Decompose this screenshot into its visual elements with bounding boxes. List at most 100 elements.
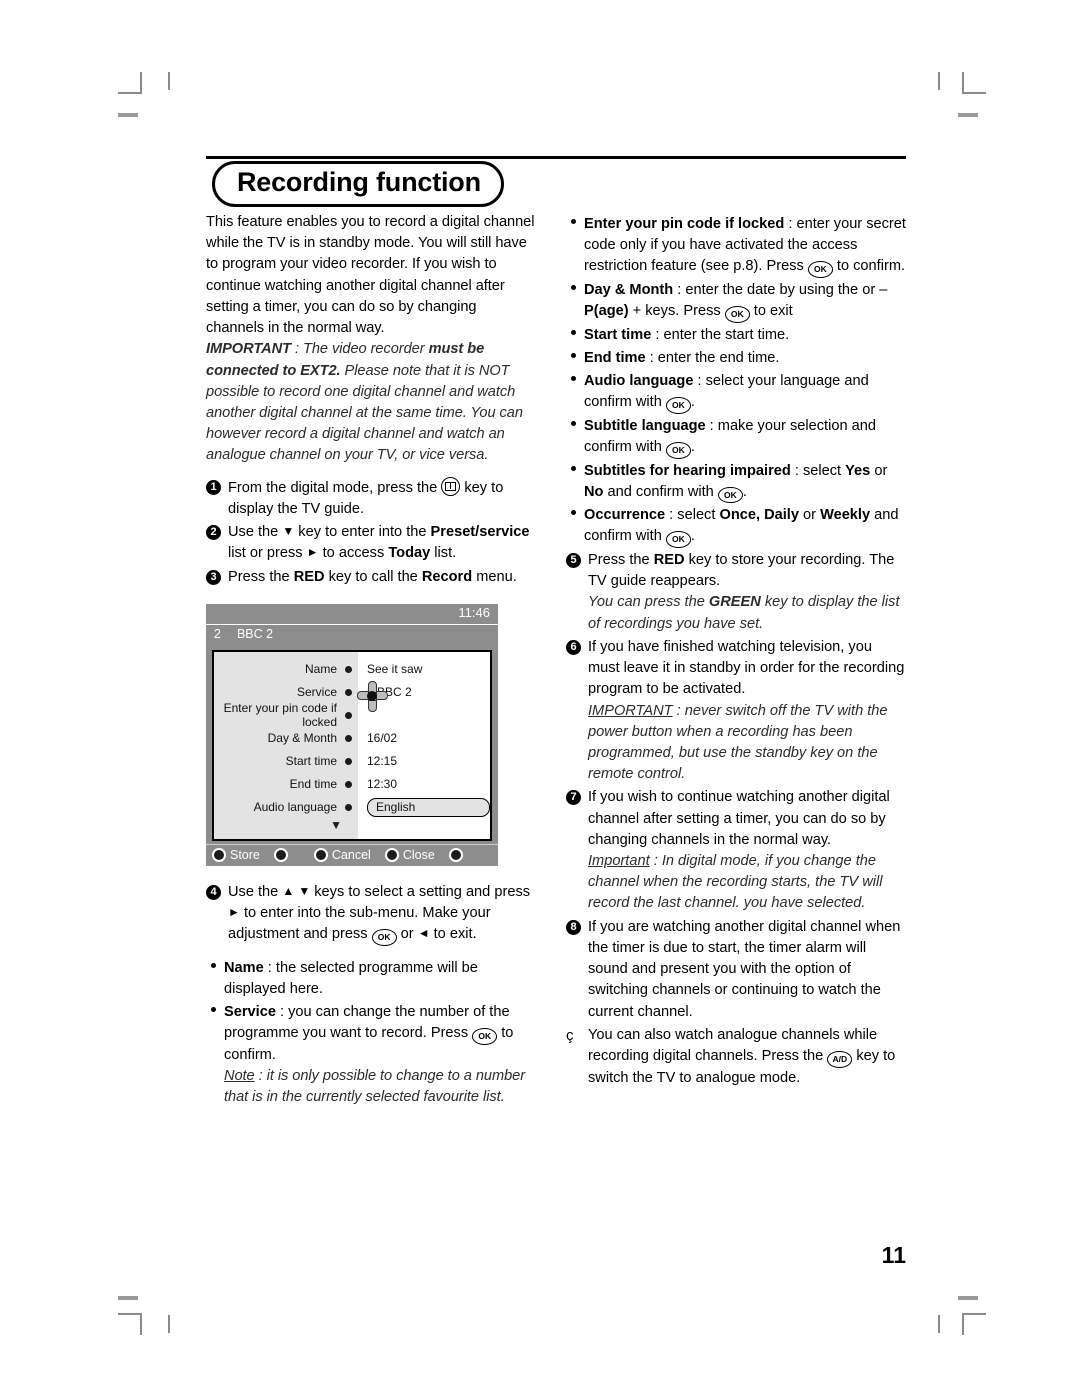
body-text: Use the — [228, 883, 283, 900]
numbered-step: ç You can also watch analogue channels wh… — [566, 1025, 906, 1089]
step-text: Press the RED key to store your recordin… — [588, 550, 906, 635]
arrow-key-icon: ► — [228, 904, 240, 919]
right-steps-list: 5 Press the RED key to store your recordi… — [566, 550, 906, 1089]
step-note: Important : In digital mode, if you chan… — [588, 851, 906, 915]
tv-menu-dot-icon — [345, 780, 352, 788]
bullet-dot-icon — [571, 376, 576, 382]
crop-mark-bottom-right-v — [962, 1313, 964, 1335]
tv-screen-mockup: 11:46 2 BBC 2 Name Service Enter your pin … — [206, 603, 498, 866]
numbered-step: 4 Use the ▲ ▼ keys to select a setting an… — [206, 882, 536, 946]
tv-menu-value-row[interactable]: 12:15 — [358, 750, 490, 773]
tv-record-menu-panel: Name Service Enter your pin code if locked… — [212, 649, 492, 841]
note-label: Note — [224, 1068, 255, 1085]
tv-menu-row[interactable]: Start time — [214, 750, 358, 773]
body-text: If you are watching another digital chan… — [588, 918, 901, 1020]
tv-scroll-down-icon[interactable]: ▼ — [214, 819, 358, 835]
tv-menu-label: End time — [289, 777, 337, 792]
body-text: or — [396, 926, 418, 943]
important-note-left: IMPORTANT : The video recorder must be c… — [206, 339, 536, 466]
tv-button-dot[interactable] — [448, 848, 463, 863]
crop-mark-top-left-dash — [118, 113, 138, 117]
note-text: You can press the — [588, 594, 709, 611]
emphasis-text: Start time — [584, 326, 652, 343]
tv-button-cancel[interactable]: Cancel — [313, 848, 371, 863]
bullet-text: Service : you can change the number of t… — [224, 1002, 536, 1066]
tv-menu-value-row[interactable]: English — [358, 796, 490, 819]
tv-button-dot-icon — [212, 848, 226, 863]
arrow-key-icon: ▼ — [298, 883, 311, 898]
tv-menu-dot-icon — [345, 757, 352, 765]
ok-key-icon: OK — [717, 486, 743, 504]
tv-menu-value-row[interactable]: 12:30 — [358, 773, 490, 796]
tv-button-close[interactable]: Close — [384, 848, 435, 863]
tv-menu-dot-icon — [345, 688, 352, 696]
tv-menu-label: Start time — [285, 754, 337, 769]
step-number: ç — [566, 1026, 574, 1044]
arrow-key-icon: ▼ — [282, 524, 295, 539]
body-text: : select — [665, 507, 720, 524]
body-text: to confirm. — [832, 258, 906, 275]
bullet-item: Service : you can change the number of t… — [206, 1002, 536, 1066]
tv-menu-dot-icon — [345, 734, 352, 742]
body-text: keys to select a setting and press — [310, 883, 531, 900]
tv-menu-row[interactable]: Enter your pin code if locked — [214, 701, 358, 729]
bullet-text: End time : enter the end time. — [584, 348, 906, 369]
bullet-dot-icon — [571, 352, 576, 358]
note-label: Important — [588, 853, 650, 870]
tv-audio-language-select[interactable]: English — [367, 797, 490, 817]
tv-menu-value-row[interactable]: See it saw — [358, 658, 490, 681]
body-text: : enter the end time. — [645, 349, 780, 366]
bullet-item: Start time : enter the start time. — [566, 325, 906, 346]
bullet-dot-icon — [571, 284, 576, 290]
bullet-item: Occurrence : select Once, Daily or Weekl… — [566, 505, 906, 548]
tv-menu-label: Audio language — [253, 800, 337, 815]
crop-mark-bottom-left-dash — [118, 1296, 138, 1300]
tv-menu-value-row[interactable]: 16/02 — [358, 727, 490, 750]
tv-menu-value: 16/02 — [367, 731, 398, 746]
tv-button-dot[interactable] — [273, 848, 288, 863]
body-text: Use the — [228, 524, 283, 541]
tv-menu-row[interactable]: Name — [214, 658, 358, 681]
crop-mark-top-right-tick — [938, 72, 940, 90]
body-text: or — [870, 462, 888, 479]
step-text: If you wish to continue watching another… — [588, 787, 906, 914]
page-content: Recording function This feature enables … — [206, 150, 906, 1268]
ok-key-icon: OK — [665, 442, 691, 459]
important-label: IMPORTANT — [206, 341, 291, 358]
bullet-marker — [566, 348, 584, 369]
tv-button-store[interactable]: Store — [212, 848, 260, 863]
crop-mark-bottom-left-v — [140, 1313, 142, 1335]
ok-key-icon: OK — [371, 929, 397, 946]
tv-menu-row[interactable]: Day & Month — [214, 727, 358, 750]
tv-button-label: Close — [402, 848, 435, 863]
bullet-item: Name : the selected programme will be di… — [206, 958, 536, 1000]
body-text: and confirm with — [603, 483, 718, 500]
ok-key-icon: OK — [472, 1028, 498, 1045]
emphasis-text: GREEN — [708, 594, 761, 611]
step-text: If you are watching another digital chan… — [588, 917, 906, 1023]
body-text: : enter the date by using the or – — [673, 281, 888, 298]
tv-button-dot-icon — [384, 848, 399, 863]
tv-channel-name: BBC 2 — [236, 626, 274, 641]
body-text: list. — [430, 545, 457, 562]
bullet-marker — [566, 325, 584, 346]
emphasis-text: Service — [224, 1004, 276, 1021]
tv-menu-label: Name — [304, 662, 337, 677]
crop-mark-bottom-left-h — [118, 1313, 142, 1315]
step-number: 5 — [566, 550, 588, 635]
emphasis-text: Name — [224, 959, 264, 976]
tv-menu-dot-icon — [345, 711, 352, 719]
body-text: From the digital mode, press the — [228, 479, 442, 496]
ok-key-icon: OK — [665, 397, 691, 414]
step-text: You can also watch analogue channels whi… — [588, 1025, 906, 1089]
ok-key-icon: OK — [807, 261, 833, 278]
tv-menu-row[interactable]: Audio language — [214, 796, 358, 819]
tv-menu-value: 12:15 — [367, 754, 398, 769]
tv-button-bar: Store Cancel Close — [206, 843, 498, 866]
body-text: : select — [790, 462, 846, 479]
emphasis-text: Day & Month — [584, 281, 674, 298]
step-number: 2 — [206, 522, 228, 564]
crop-mark-top-left-tick — [168, 72, 170, 90]
numbered-step: 7 If you wish to continue watching anothe… — [566, 787, 906, 914]
tv-menu-row[interactable]: End time — [214, 773, 358, 796]
